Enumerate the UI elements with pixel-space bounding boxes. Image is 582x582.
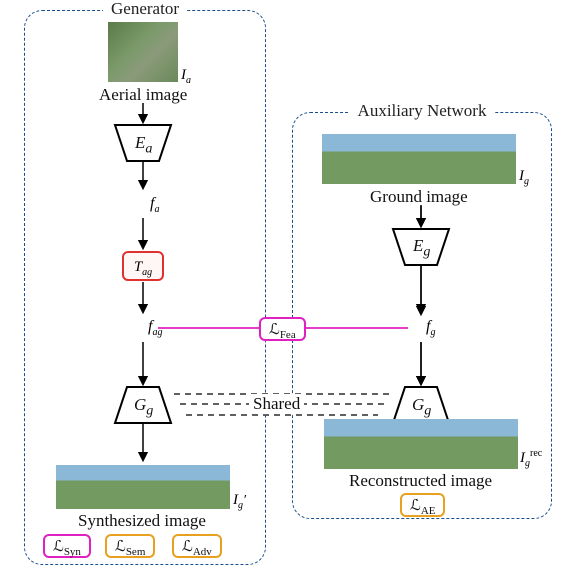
recon-caption: Reconstructed image: [349, 471, 492, 491]
synthesized-image: [56, 465, 230, 509]
decoder-g-left-label: Gg: [134, 395, 153, 419]
encoder-g-label: Eg: [413, 236, 430, 260]
diagram-root: Generator Auxiliary Network Ia Aerial im…: [0, 0, 582, 582]
loss-fea: ℒFea: [259, 317, 306, 341]
auxiliary-title: Auxiliary Network: [350, 101, 495, 121]
loss-sem: ℒSem: [105, 534, 155, 558]
aerial-image: [108, 22, 178, 82]
aerial-caption: Aerial image: [99, 85, 187, 105]
ground-image: [322, 134, 516, 184]
symbol-Ia: Ia: [181, 67, 191, 86]
feature-fag: fag: [148, 318, 162, 338]
shared-label: Shared: [249, 394, 304, 414]
loss-ae: ℒAE: [400, 493, 445, 517]
ground-caption: Ground image: [370, 187, 468, 207]
tag-transform: Tag: [122, 251, 164, 281]
symbol-Igrec: Igrec: [520, 448, 542, 469]
feature-fg: fg: [426, 318, 435, 338]
loss-adv: ℒAdv: [172, 534, 222, 558]
symbol-Igp: Ig′: [233, 492, 246, 511]
generator-title: Generator: [103, 0, 187, 19]
decoder-g-right-label: Gg: [412, 395, 431, 419]
reconstructed-image: [324, 419, 518, 469]
loss-syn: ℒSyn: [43, 534, 91, 558]
feature-fa: fa: [150, 195, 159, 215]
encoder-a-label: Ea: [135, 133, 151, 157]
synth-caption: Synthesized image: [78, 511, 206, 531]
symbol-Ig: Ig: [519, 168, 529, 187]
